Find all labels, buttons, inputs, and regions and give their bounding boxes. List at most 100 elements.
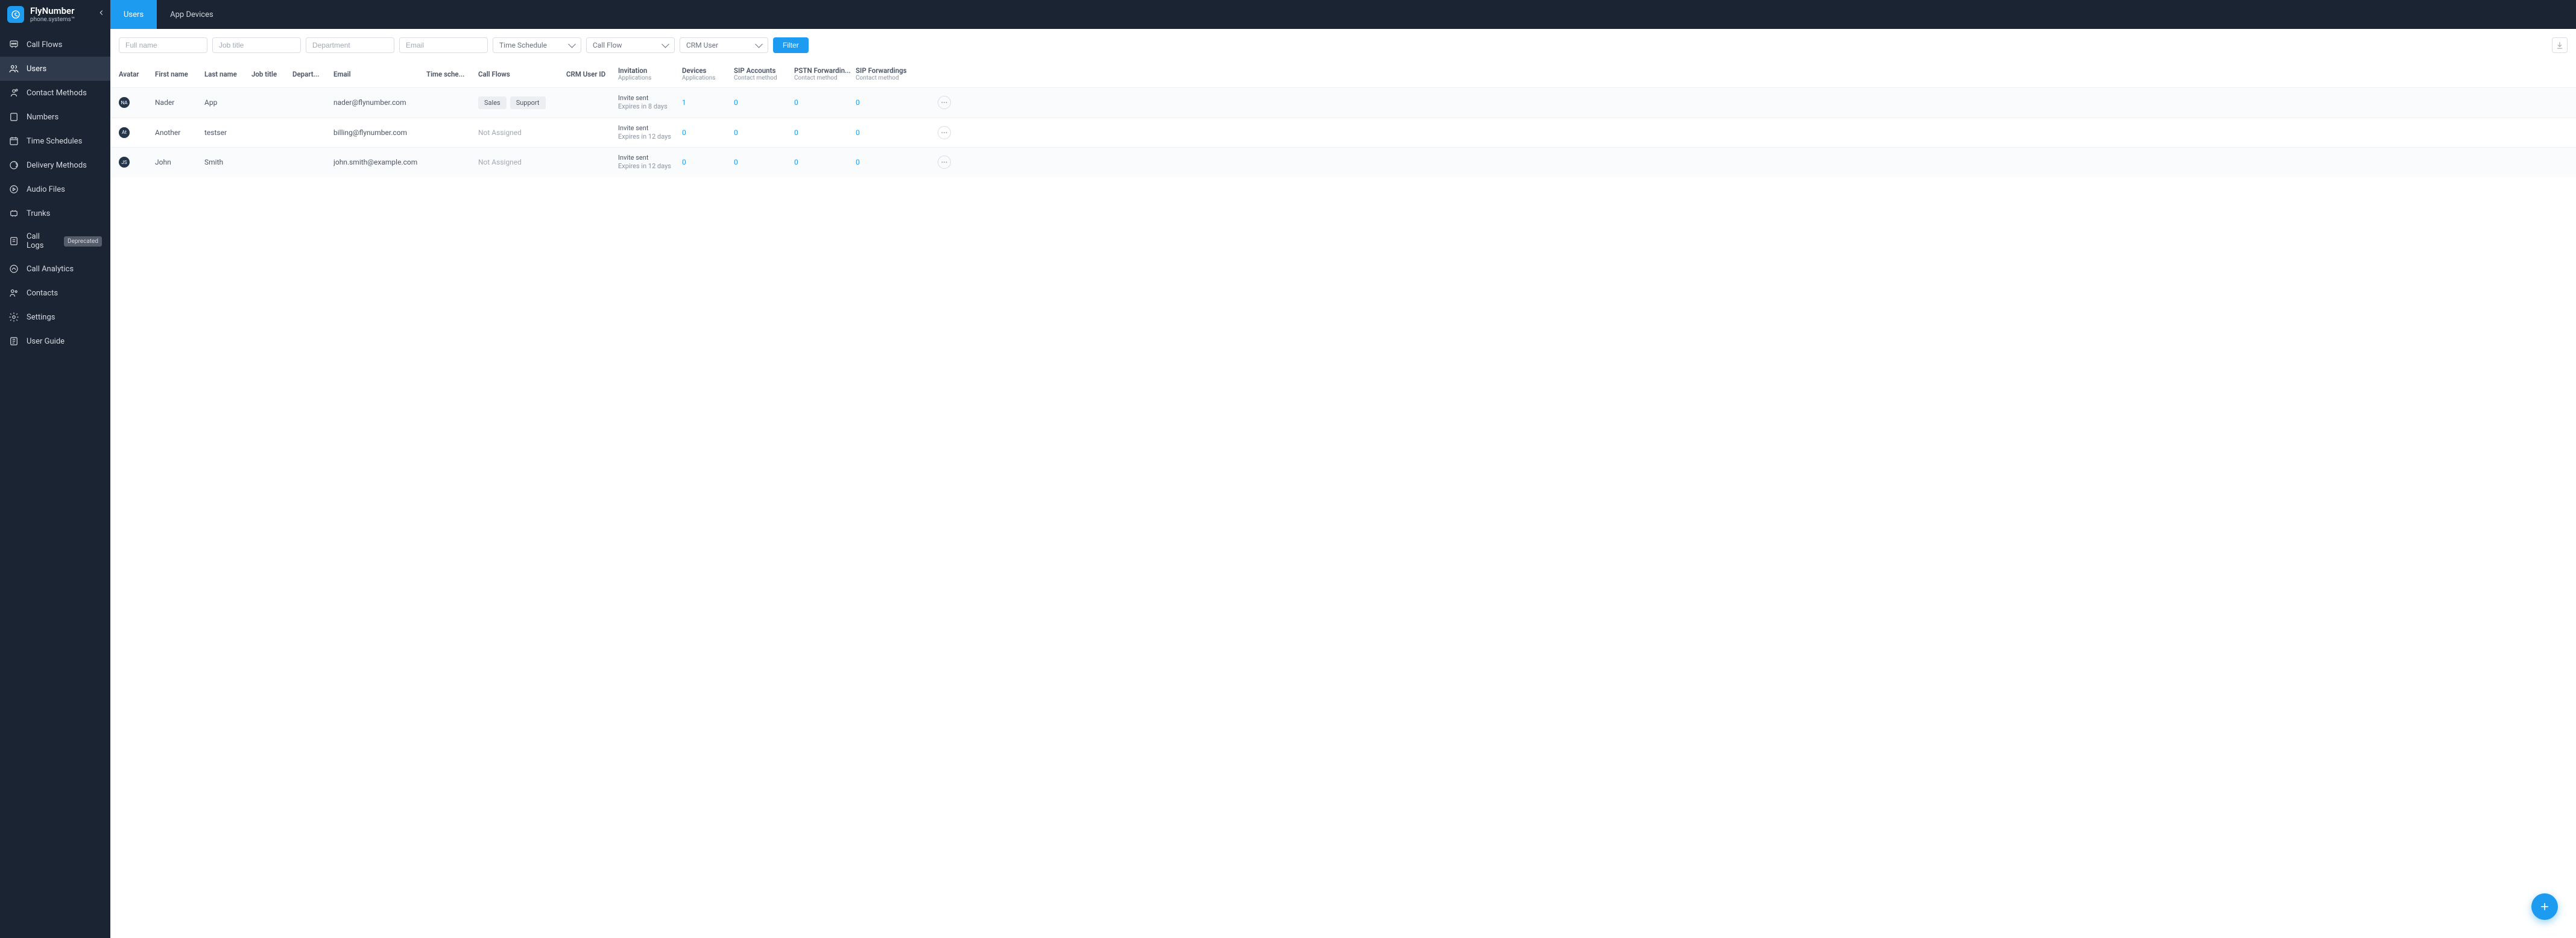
- th-devices: DevicesApplications: [682, 66, 734, 81]
- cell-email: billing@flynumber.com: [333, 128, 426, 137]
- topbar: Users App Devices: [110, 0, 2576, 29]
- call-logs-icon: [8, 236, 19, 247]
- cell-invitation: Invite sentExpires in 8 days: [618, 94, 682, 112]
- th-email: Email: [333, 70, 426, 78]
- sidebar-item-contacts[interactable]: Contacts: [0, 281, 110, 305]
- brand-logo-icon: [7, 6, 24, 23]
- cell-first-name: Another: [155, 128, 204, 137]
- cell-last-name: Smith: [204, 158, 251, 166]
- not-assigned-text: Not Assigned: [478, 158, 522, 166]
- sidebar-item-label: Call Logs: [27, 232, 57, 250]
- users-table: Avatar First name Last name Job title De…: [110, 61, 2576, 177]
- table-row[interactable]: JSJohnSmithjohn.smith@example.comNot Ass…: [110, 147, 2576, 177]
- sip-accounts-link[interactable]: 0: [734, 98, 738, 107]
- th-job-title: Job title: [251, 70, 292, 78]
- cell-first-name: John: [155, 158, 204, 166]
- cell-last-name: App: [204, 98, 251, 107]
- email-input[interactable]: [399, 37, 488, 53]
- tab-label: App Devices: [170, 10, 213, 19]
- settings-icon: [8, 312, 19, 323]
- tab-app-devices[interactable]: App Devices: [157, 0, 227, 29]
- th-call-flows: Call Flows: [478, 70, 566, 78]
- sidebar-item-label: User Guide: [27, 337, 65, 346]
- cell-call-flows: Not Assigned: [478, 158, 566, 166]
- pstn-forwardings-link[interactable]: 0: [794, 158, 798, 166]
- audio-files-icon: [8, 184, 19, 195]
- sidebar-item-contact-methods[interactable]: Contact Methods: [0, 81, 110, 105]
- call-flow-tag: Sales: [478, 96, 507, 109]
- row-actions-button[interactable]: [938, 156, 951, 169]
- brand-title: FlyNumber: [30, 6, 75, 16]
- pstn-forwardings-link[interactable]: 0: [794, 128, 798, 137]
- cell-email: nader@flynumber.com: [333, 98, 426, 107]
- avatar: At: [119, 127, 130, 138]
- devices-link[interactable]: 0: [682, 128, 686, 137]
- cell-call-flows: Not Assigned: [478, 128, 566, 137]
- sidebar-item-label: Call Analytics: [27, 265, 74, 274]
- th-sip-accounts: SIP AccountsContact method: [734, 66, 794, 81]
- add-user-fab[interactable]: [2531, 893, 2558, 920]
- sidebar-item-label: Time Schedules: [27, 137, 82, 146]
- delivery-methods-icon: [8, 160, 19, 171]
- sidebar-item-time-schedules[interactable]: Time Schedules: [0, 129, 110, 153]
- call-flow-select[interactable]: Call Flow: [586, 37, 675, 53]
- tab-users[interactable]: Users: [110, 0, 157, 29]
- sidebar-item-label: Contact Methods: [27, 89, 87, 98]
- avatar: NA: [119, 97, 130, 108]
- full-name-input[interactable]: [119, 37, 207, 53]
- cell-call-flows: SalesSupport: [478, 96, 566, 109]
- cell-last-name: testser: [204, 128, 251, 137]
- download-button[interactable]: [2552, 37, 2568, 53]
- sidebar-item-call-flows[interactable]: Call Flows: [0, 33, 110, 57]
- call-flows-icon: [8, 39, 19, 50]
- sidebar-collapse-button[interactable]: [97, 8, 106, 17]
- sidebar-item-audio-files[interactable]: Audio Files: [0, 177, 110, 201]
- pstn-forwardings-link[interactable]: 0: [794, 98, 798, 107]
- sidebar-item-call-analytics[interactable]: Call Analytics: [0, 257, 110, 281]
- sidebar-item-trunks[interactable]: Trunks: [0, 201, 110, 225]
- users-icon: [8, 63, 19, 74]
- select-label: Time Schedule: [499, 41, 547, 49]
- not-assigned-text: Not Assigned: [478, 128, 522, 137]
- cell-email: john.smith@example.com: [333, 158, 426, 166]
- table-row[interactable]: At Anothertestser billing@flynumber.com Not…: [110, 118, 2576, 148]
- crm-user-select[interactable]: CRM User: [680, 37, 768, 53]
- table-header: Avatar First name Last name Job title De…: [110, 61, 2576, 87]
- contacts-icon: [8, 288, 19, 298]
- sip-accounts-link[interactable]: 0: [734, 158, 738, 166]
- brand: FlyNumber phone.systems™: [0, 0, 110, 30]
- deprecated-badge: Deprecated: [64, 236, 102, 247]
- main: Users App Devices Time Schedule Call Flo…: [110, 0, 2576, 938]
- select-label: Call Flow: [593, 41, 622, 49]
- sip-accounts-link[interactable]: 0: [734, 128, 738, 137]
- filter-button[interactable]: Filter: [773, 37, 809, 53]
- table-row[interactable]: NA NaderApp nader@flynumber.com SalesSuppor…: [110, 87, 2576, 118]
- contact-methods-icon: [8, 87, 19, 98]
- row-actions-button[interactable]: [938, 96, 951, 109]
- sidebar-item-users[interactable]: Users: [0, 57, 110, 81]
- department-input[interactable]: [306, 37, 394, 53]
- th-department: Depart...: [292, 70, 333, 78]
- th-first-name: First name: [155, 70, 204, 78]
- devices-link[interactable]: 1: [682, 98, 686, 107]
- sidebar-item-label: Delivery Methods: [27, 161, 87, 170]
- numbers-icon: [8, 112, 19, 122]
- sidebar-item-numbers[interactable]: Numbers: [0, 105, 110, 129]
- devices-link[interactable]: 0: [682, 158, 686, 166]
- sip-forwardings-link[interactable]: 0: [856, 158, 860, 166]
- sidebar-item-settings[interactable]: Settings: [0, 305, 110, 329]
- call-flow-tag: Support: [510, 96, 546, 109]
- sip-forwardings-link[interactable]: 0: [856, 98, 860, 107]
- row-actions-button[interactable]: [938, 126, 951, 139]
- th-invitation: InvitationApplications: [618, 66, 682, 81]
- cell-invitation: Invite sentExpires in 12 days: [618, 154, 682, 171]
- sip-forwardings-link[interactable]: 0: [856, 128, 860, 137]
- sidebar-item-label: Trunks: [27, 209, 50, 218]
- job-title-input[interactable]: [212, 37, 301, 53]
- sidebar-item-call-logs[interactable]: Call Logs Deprecated: [0, 225, 110, 257]
- th-crm-user-id: CRM User ID: [566, 70, 618, 78]
- sidebar-item-delivery-methods[interactable]: Delivery Methods: [0, 153, 110, 177]
- cell-first-name: Nader: [155, 98, 204, 107]
- sidebar-item-user-guide[interactable]: User Guide: [0, 329, 110, 353]
- time-schedule-select[interactable]: Time Schedule: [493, 37, 581, 53]
